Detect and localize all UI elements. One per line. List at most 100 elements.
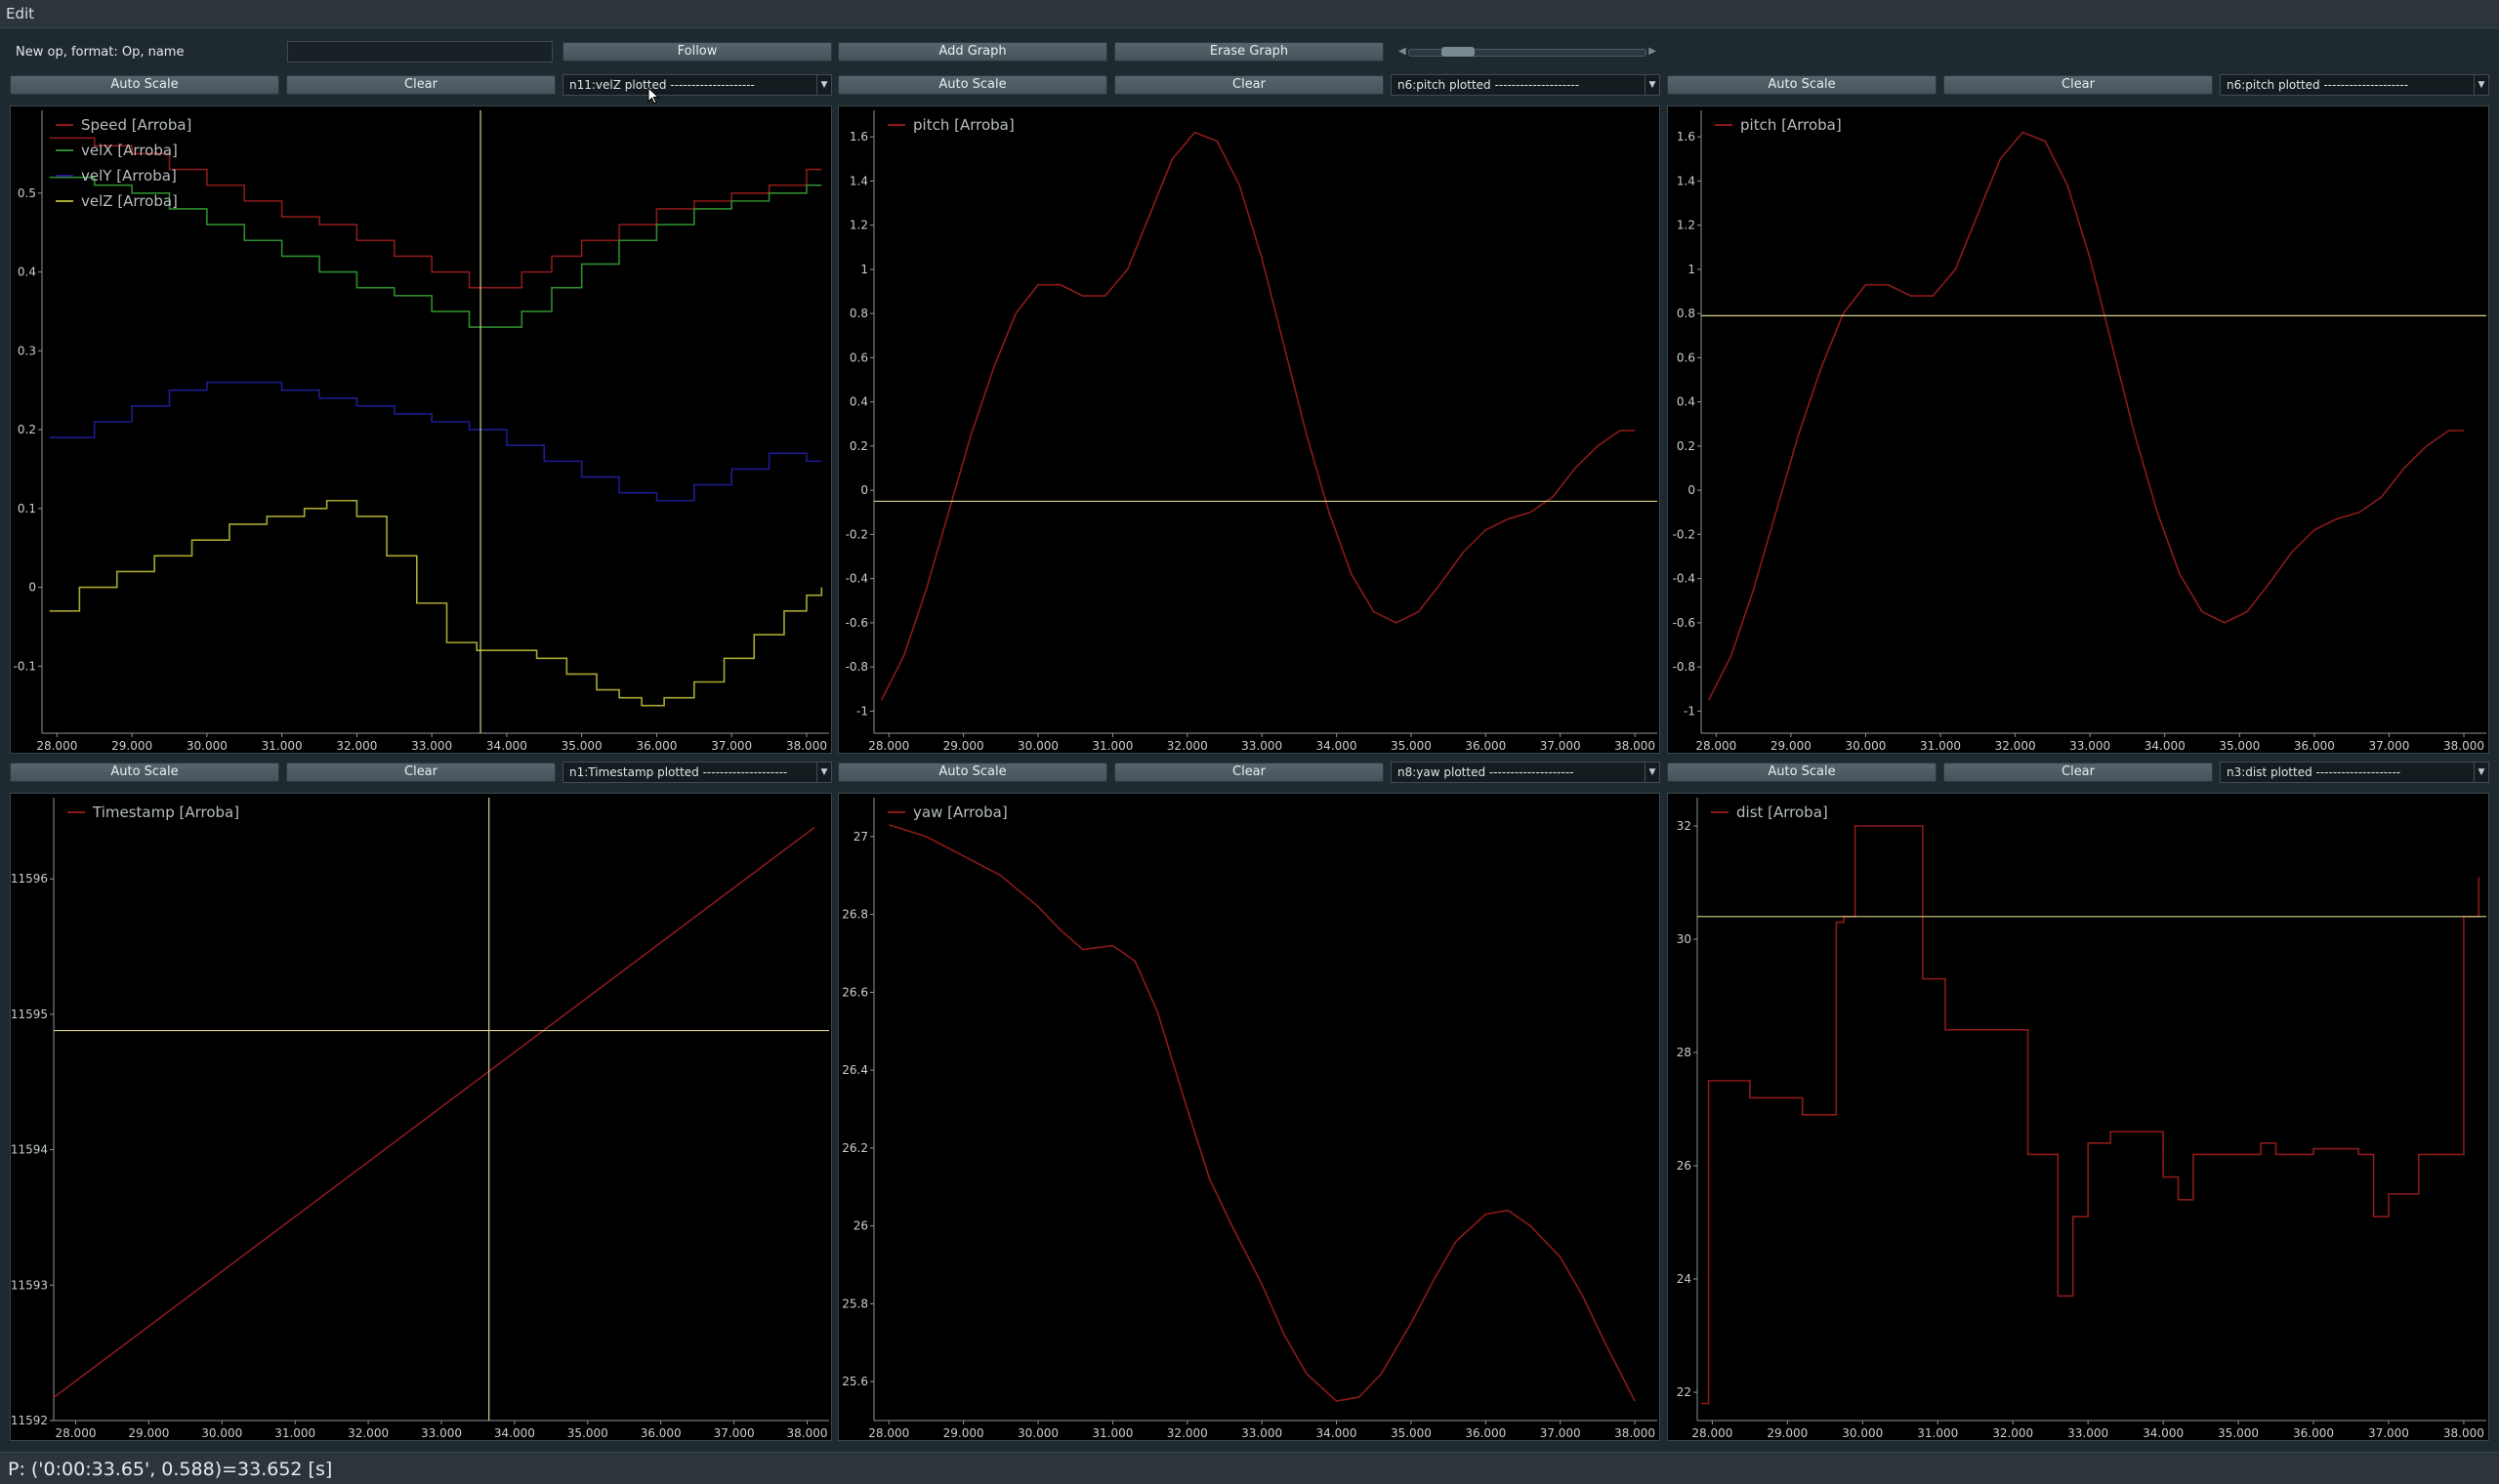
y-tick-label: 27: [854, 830, 868, 844]
plot-canvas[interactable]: 28.000 29.000 30.000 31.000 32.000 33.000 34.0…: [11, 794, 833, 1442]
x-tick-label: 31.000: [1917, 1426, 1958, 1440]
legend-label: velZ [Arroba]: [81, 192, 178, 210]
x-tick-label: 29.000: [1767, 1426, 1808, 1440]
new-op-label: New op, format: Op, name: [16, 45, 185, 60]
y-tick-label: 0.2: [18, 423, 36, 436]
series-selector[interactable]: n8:yaw plotted -------------------- ▼: [1391, 762, 1660, 783]
clear-button[interactable]: Clear: [1114, 75, 1384, 95]
plot-canvas[interactable]: 28.000 29.000 30.000 31.000 32.000 33.000 34.0…: [1668, 794, 2490, 1442]
erase-graph-button[interactable]: Erase Graph: [1114, 42, 1384, 62]
y-tick-label: -0.1: [14, 659, 36, 673]
x-tick-label: 37.000: [711, 739, 752, 753]
plot-1[interactable]: 28.000 29.000 30.000 31.000 32.000 33.000 34.0…: [10, 105, 832, 754]
plot-canvas[interactable]: 28.000 29.000 30.000 31.000 32.000 33.000 34.0…: [1668, 106, 2490, 755]
y-tick-label: 11594: [11, 1143, 48, 1157]
chevron-down-icon[interactable]: ▼: [2474, 763, 2488, 782]
chevron-down-icon[interactable]: ▼: [816, 763, 831, 782]
series-selector[interactable]: n6:pitch plotted -------------------- ▼: [1391, 74, 1660, 96]
x-tick-label: 30.000: [1842, 1426, 1883, 1440]
add-graph-button[interactable]: Add Graph: [838, 42, 1107, 62]
x-tick-label: 34.000: [1316, 1426, 1357, 1440]
plot-canvas[interactable]: 28.000 29.000 30.000 31.000 32.000 33.000 34.0…: [11, 106, 833, 755]
plot-3[interactable]: 28.000 29.000 30.000 31.000 32.000 33.000 34.0…: [1667, 105, 2489, 754]
y-tick-label: 11593: [11, 1278, 48, 1292]
y-tick-label: -0.8: [1673, 660, 1695, 674]
y-tick-label: -1: [1684, 704, 1695, 718]
plot-2[interactable]: 28.000 29.000 30.000 31.000 32.000 33.000 34.0…: [838, 105, 1660, 754]
plot-canvas[interactable]: 28.000 29.000 30.000 31.000 32.000 33.000 34.0…: [839, 794, 1661, 1442]
new-op-input[interactable]: [287, 41, 553, 62]
chevron-down-icon[interactable]: ▼: [1645, 75, 1659, 95]
chevron-down-icon[interactable]: ▼: [1645, 763, 1659, 782]
slider-thumb[interactable]: [1441, 47, 1475, 57]
y-tick-label: 0.4: [18, 266, 36, 279]
follow-button[interactable]: Follow: [562, 42, 832, 62]
series-line: [49, 381, 822, 502]
y-tick-label: 0: [28, 581, 36, 595]
y-tick-label: 0.2: [850, 439, 868, 453]
y-tick-label: 30: [1677, 932, 1691, 946]
plot-5[interactable]: 28.000 29.000 30.000 31.000 32.000 33.000 34.0…: [838, 793, 1660, 1441]
x-tick-label: 36.000: [1465, 739, 1506, 753]
plot-6[interactable]: 28.000 29.000 30.000 31.000 32.000 33.000 34.0…: [1667, 793, 2489, 1441]
y-tick-label: -0.4: [1673, 572, 1695, 586]
autoscale-button[interactable]: Auto Scale: [10, 75, 279, 95]
series-selector[interactable]: n11:velZ plotted -------------------- ▼: [562, 74, 832, 96]
series-selector[interactable]: n6:pitch plotted -------------------- ▼: [2220, 74, 2489, 96]
panel-3-controls: Auto Scale Clear n6:pitch plotted --------…: [1667, 74, 2489, 96]
slider-left-icon[interactable]: ◀: [1398, 45, 1406, 59]
x-tick-label: 33.000: [1241, 739, 1282, 753]
x-tick-label: 35.000: [567, 1426, 608, 1440]
legend-label: pitch [Arroba]: [1740, 116, 1842, 134]
x-tick-label: 37.000: [1540, 739, 1581, 753]
y-tick-label: 22: [1677, 1385, 1691, 1399]
x-tick-label: 36.000: [636, 739, 677, 753]
x-tick-label: 31.000: [262, 739, 303, 753]
autoscale-button[interactable]: Auto Scale: [1667, 75, 1937, 95]
clear-button[interactable]: Clear: [1943, 75, 2213, 95]
autoscale-button[interactable]: Auto Scale: [838, 75, 1107, 95]
chevron-down-icon[interactable]: ▼: [2474, 75, 2488, 95]
x-tick-label: 35.000: [562, 739, 603, 753]
x-tick-label: 30.000: [187, 739, 228, 753]
x-tick-label: 37.000: [1540, 1426, 1581, 1440]
menu-edit[interactable]: Edit: [0, 5, 40, 22]
x-tick-label: 32.000: [1167, 739, 1208, 753]
autoscale-button[interactable]: Auto Scale: [1667, 763, 1937, 782]
clear-button[interactable]: Clear: [1114, 763, 1384, 782]
legend-label: velX [Arroba]: [81, 142, 178, 159]
x-tick-label: 35.000: [2219, 739, 2260, 753]
series-selector[interactable]: n1:Timestamp plotted -------------------…: [562, 762, 832, 783]
autoscale-button[interactable]: Auto Scale: [838, 763, 1107, 782]
y-tick-label: 0.8: [1677, 307, 1695, 320]
clear-button[interactable]: Clear: [1943, 763, 2213, 782]
chevron-down-icon[interactable]: ▼: [816, 75, 831, 95]
clear-button[interactable]: Clear: [286, 763, 556, 782]
x-tick-label: 32.000: [1992, 1426, 2033, 1440]
y-tick-label: 26.8: [842, 908, 868, 922]
y-tick-label: 32: [1677, 819, 1691, 833]
slider-right-icon[interactable]: ▶: [1648, 45, 1656, 59]
plot-4[interactable]: 28.000 29.000 30.000 31.000 32.000 33.000 34.0…: [10, 793, 832, 1441]
x-tick-label: 29.000: [943, 1426, 984, 1440]
x-tick-label: 28.000: [868, 739, 909, 753]
series-selector-value: n1:Timestamp plotted -------------------…: [569, 765, 788, 779]
panel-6-controls: Auto Scale Clear n3:dist plotted ---------…: [1667, 762, 2489, 783]
legend-label: dist [Arroba]: [1736, 804, 1828, 821]
x-tick-label: 33.000: [411, 739, 452, 753]
y-tick-label: -0.2: [846, 527, 868, 541]
series-selector-value: n6:pitch plotted --------------------: [2227, 78, 2409, 92]
clear-button[interactable]: Clear: [286, 75, 556, 95]
x-tick-label: 34.000: [2145, 739, 2186, 753]
x-tick-label: 30.000: [1845, 739, 1886, 753]
autoscale-button[interactable]: Auto Scale: [10, 763, 279, 782]
y-tick-label: -0.4: [846, 572, 868, 586]
plot-canvas[interactable]: 28.000 29.000 30.000 31.000 32.000 33.000 34.0…: [839, 106, 1661, 755]
x-tick-label: 28.000: [55, 1426, 96, 1440]
x-tick-label: 30.000: [201, 1426, 242, 1440]
series-selector[interactable]: n3:dist plotted -------------------- ▼: [2220, 762, 2489, 783]
time-slider[interactable]: ◀ ▶: [1398, 45, 1656, 59]
y-tick-label: 26: [1677, 1159, 1691, 1173]
y-tick-label: 11592: [11, 1414, 48, 1427]
x-tick-label: 29.000: [943, 739, 984, 753]
